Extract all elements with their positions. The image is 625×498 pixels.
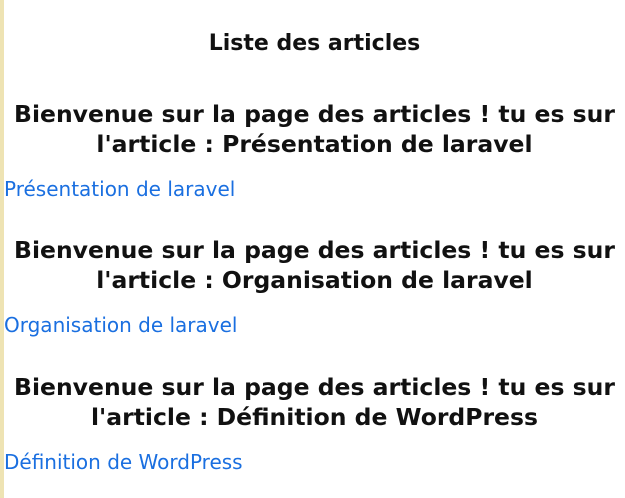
article-item: Bienvenue sur la page des articles ! tu … bbox=[4, 372, 625, 474]
article-item: Bienvenue sur la page des articles ! tu … bbox=[4, 99, 625, 201]
article-link[interactable]: Définition de WordPress bbox=[4, 450, 625, 474]
article-link[interactable]: Présentation de laravel bbox=[4, 177, 625, 201]
article-heading: Bienvenue sur la page des articles ! tu … bbox=[14, 100, 615, 158]
article-link[interactable]: Organisation de laravel bbox=[4, 313, 625, 337]
article-heading: Bienvenue sur la page des articles ! tu … bbox=[14, 236, 615, 294]
article-item: Bienvenue sur la page des articles ! tu … bbox=[4, 235, 625, 337]
article-heading: Bienvenue sur la page des articles ! tu … bbox=[14, 373, 615, 431]
page-title: Liste des articles bbox=[208, 31, 421, 56]
